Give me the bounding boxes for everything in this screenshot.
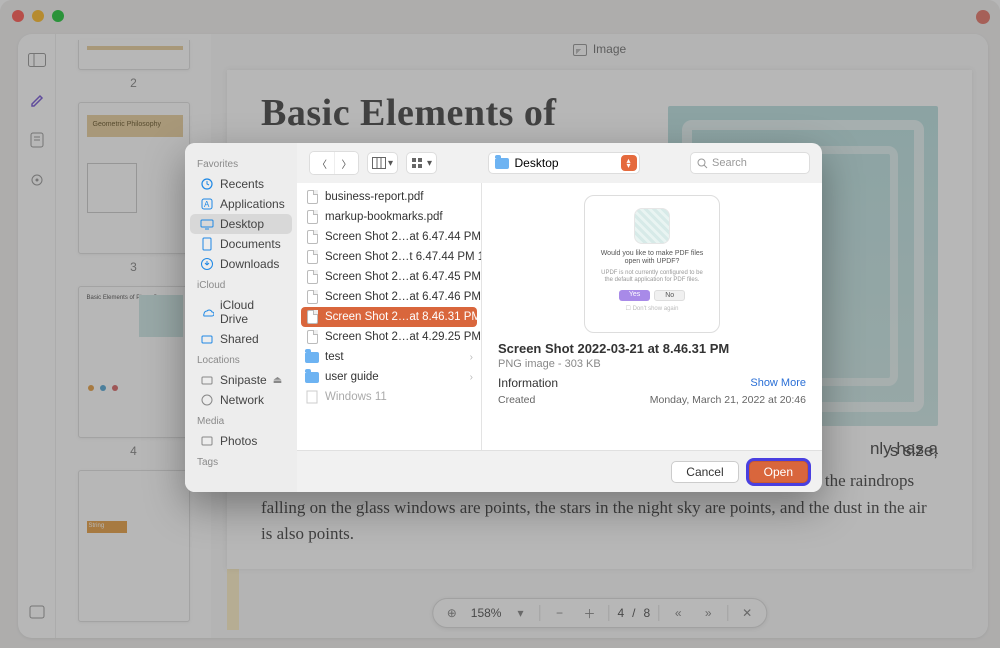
info-header: Information [498, 376, 558, 390]
preview-yes-button: Yes [619, 290, 650, 301]
icloud-header: iCloud [185, 274, 297, 295]
nav-back-forward: 〈 〉 [309, 151, 359, 175]
open-panel-columns: business-report.pdfmarkup-bookmarks.pdfS… [297, 183, 822, 450]
chevron-right-icon: › [470, 352, 473, 363]
location-stepper-icon[interactable]: ▴▾ [621, 155, 637, 171]
open-panel-sidebar: Favorites Recents AApplications Desktop … [185, 143, 297, 492]
open-panel-toolbar: 〈 〉 ▾ ▾ Desktop ▴▾ [297, 143, 822, 183]
document-icon [305, 389, 319, 405]
locations-header: Locations [185, 349, 297, 370]
document-icon [305, 289, 319, 305]
created-label: Created [498, 394, 535, 406]
document-icon [305, 329, 319, 345]
folder-icon [305, 349, 319, 365]
sidebar-item-icloud-drive[interactable]: iCloud Drive [190, 295, 292, 329]
folder-icon [305, 369, 319, 385]
app-window: 2 Geometric Philosophy 3 Basic Elements … [0, 0, 1000, 648]
file-row[interactable]: Screen Shot 2…t 6.47.44 PM 1 [297, 247, 481, 267]
sidebar-item-snipaste[interactable]: Snipaste⏏ [190, 370, 292, 390]
preview-meta: PNG image - 303 KB [498, 358, 806, 370]
search-icon [697, 158, 708, 169]
view-group-button[interactable]: ▾ [406, 152, 437, 174]
chevron-right-icon: › [470, 372, 473, 383]
file-row[interactable]: test› [297, 347, 481, 367]
document-icon [305, 309, 319, 325]
eject-icon[interactable]: ⏏ [273, 375, 282, 386]
file-row[interactable]: Screen Shot 2…at 8.46.31 PM [301, 307, 477, 327]
folder-icon [495, 158, 509, 169]
favorites-header: Favorites [185, 153, 297, 174]
sidebar-item-photos[interactable]: Photos [190, 431, 292, 451]
preview-filename: Screen Shot 2022-03-21 at 8.46.31 PM [498, 341, 806, 356]
nav-forward-button[interactable]: 〉 [334, 152, 358, 174]
document-icon [305, 229, 319, 245]
sidebar-item-desktop[interactable]: Desktop [190, 214, 292, 234]
document-icon [305, 189, 319, 205]
file-row[interactable]: user guide› [297, 367, 481, 387]
sidebar-item-network[interactable]: Network [190, 390, 292, 410]
preview-image-icon [634, 208, 670, 244]
open-panel-footer: Cancel Open [297, 450, 822, 492]
file-list: business-report.pdfmarkup-bookmarks.pdfS… [297, 183, 482, 450]
file-row[interactable]: Screen Shot 2…at 6.47.44 PM [297, 227, 481, 247]
preview-column: Would you like to make PDF files open wi… [482, 183, 822, 450]
sidebar-item-recents[interactable]: Recents [190, 174, 292, 194]
search-field[interactable]: Search [690, 152, 810, 174]
sidebar-item-documents[interactable]: Documents [190, 234, 292, 254]
preview-thumbnail: Would you like to make PDF files open wi… [584, 195, 720, 333]
show-more-link[interactable]: Show More [750, 377, 806, 389]
svg-text:A: A [204, 200, 210, 209]
sidebar-item-downloads[interactable]: Downloads [190, 254, 292, 274]
sidebar-item-applications[interactable]: AApplications [190, 194, 292, 214]
file-row[interactable]: Screen Shot 2…at 6.47.45 PM [297, 267, 481, 287]
media-header: Media [185, 410, 297, 431]
document-icon [305, 269, 319, 285]
document-icon [305, 209, 319, 225]
tags-header: Tags [185, 451, 297, 472]
open-button[interactable]: Open [749, 461, 808, 483]
open-panel-body: 〈 〉 ▾ ▾ Desktop ▴▾ [297, 143, 822, 492]
document-icon [305, 249, 319, 265]
view-columns-button[interactable]: ▾ [367, 152, 398, 174]
file-row[interactable]: Windows 11 [297, 387, 481, 407]
created-value: Monday, March 21, 2022 at 20:46 [650, 394, 806, 406]
file-row[interactable]: business-report.pdf [297, 187, 481, 207]
file-row[interactable]: Screen Shot 2…at 4.29.25 PM [297, 327, 481, 347]
preview-no-button: No [654, 290, 685, 301]
open-file-panel: Favorites Recents AApplications Desktop … [185, 143, 822, 492]
file-row[interactable]: Screen Shot 2…at 6.47.46 PM [297, 287, 481, 307]
nav-back-button[interactable]: 〈 [310, 152, 334, 174]
location-popup[interactable]: Desktop ▴▾ [488, 152, 640, 174]
sidebar-item-shared[interactable]: Shared [190, 329, 292, 349]
file-row[interactable]: markup-bookmarks.pdf [297, 207, 481, 227]
cancel-button[interactable]: Cancel [671, 461, 738, 483]
